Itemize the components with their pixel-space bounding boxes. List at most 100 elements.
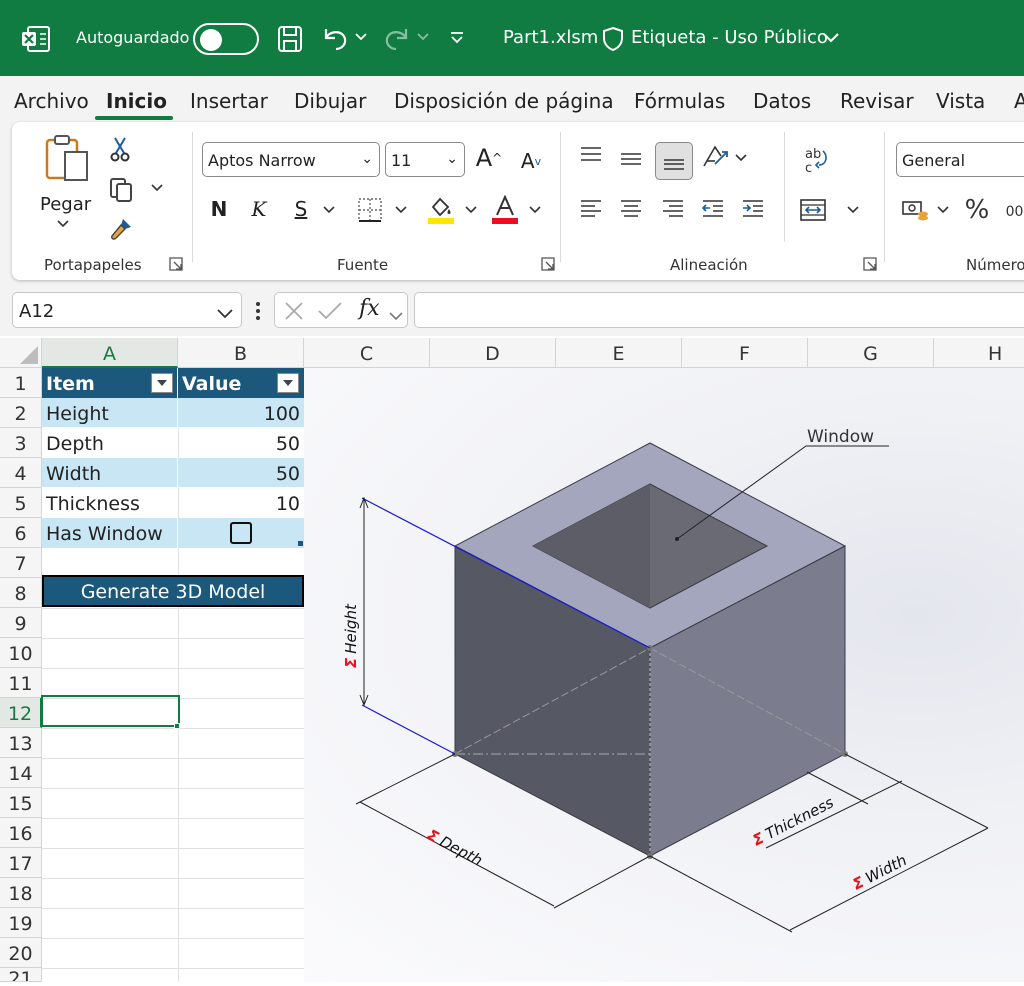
column-header-b[interactable]: B <box>178 338 304 368</box>
row-header-6[interactable]: 6 <box>0 518 42 548</box>
row-header-13[interactable]: 13 <box>0 728 42 758</box>
sensitivity-label[interactable]: Etiqueta - Uso Público <box>631 27 828 48</box>
table-cell-item[interactable]: Depth <box>42 428 178 458</box>
more-options-icon[interactable] <box>254 300 262 322</box>
font-color-dropdown-icon[interactable] <box>528 204 542 216</box>
number-format-combo[interactable]: General <box>896 142 1024 177</box>
tab-disposicion[interactable]: Disposición de página <box>394 89 614 113</box>
row-header-3[interactable]: 3 <box>0 428 42 458</box>
select-all-corner[interactable] <box>0 338 42 368</box>
filter-dropdown-icon[interactable] <box>151 373 173 393</box>
row-header-20[interactable]: 20 <box>0 938 42 968</box>
decrease-font-size-icon[interactable]: Av <box>516 146 546 176</box>
table-resize-handle[interactable] <box>298 541 303 546</box>
chevron-down-icon[interactable] <box>217 303 233 324</box>
document-title[interactable]: Part1.xlsm <box>503 27 598 48</box>
fill-color-icon[interactable] <box>426 194 456 226</box>
paste-dropdown-icon[interactable] <box>56 218 70 230</box>
worksheet-grid[interactable]: A B C D E F G H 1 2 3 4 5 6 7 8 9 10 11 … <box>0 338 1024 982</box>
font-size-combo[interactable]: 11 ⌄ <box>385 142 465 177</box>
column-header-h[interactable]: H <box>934 338 1024 368</box>
italic-button[interactable]: K <box>248 194 270 224</box>
font-name-combo[interactable]: Aptos Narrow ⌄ <box>202 142 380 177</box>
row-header-9[interactable]: 9 <box>0 608 42 638</box>
tab-more[interactable]: A <box>1014 89 1024 113</box>
orientation-dropdown-icon[interactable] <box>734 152 748 164</box>
column-header-g[interactable]: G <box>808 338 934 368</box>
filter-dropdown-icon[interactable] <box>277 373 299 393</box>
paste-icon[interactable] <box>42 134 92 184</box>
table-cell-value[interactable]: 50 <box>178 428 304 458</box>
row-header-8[interactable]: 8 <box>0 578 42 608</box>
paste-label[interactable]: Pegar <box>40 194 91 215</box>
comma-style-icon[interactable]: 000 <box>1004 200 1024 224</box>
column-header-c[interactable]: C <box>304 338 430 368</box>
tab-vista[interactable]: Vista <box>936 89 985 113</box>
align-left-icon[interactable] <box>578 196 604 222</box>
align-bottom-icon[interactable] <box>655 142 693 180</box>
dialog-launcher-icon[interactable] <box>862 256 878 272</box>
active-cell-border[interactable] <box>41 695 180 727</box>
insert-function-button[interactable]: fx <box>359 296 380 321</box>
column-header-a[interactable]: A <box>42 338 178 368</box>
3d-model-picture[interactable]: Window ΣHeight ΣDepth ΣThickness ΣWidth <box>304 368 1024 982</box>
copy-dropdown-icon[interactable] <box>150 182 164 194</box>
align-center-icon[interactable] <box>618 196 644 222</box>
decrease-indent-icon[interactable] <box>700 196 726 222</box>
tab-dibujar[interactable]: Dibujar <box>294 89 366 113</box>
percent-style-icon[interactable]: % <box>962 194 992 226</box>
align-middle-icon[interactable] <box>618 146 644 172</box>
has-window-checkbox[interactable] <box>230 522 252 544</box>
increase-indent-icon[interactable] <box>740 196 766 222</box>
row-header-10[interactable]: 10 <box>0 638 42 668</box>
underline-dropdown-icon[interactable] <box>322 204 336 216</box>
tab-revisar[interactable]: Revisar <box>840 89 914 113</box>
merge-dropdown-icon[interactable] <box>846 204 860 216</box>
borders-icon[interactable] <box>356 196 384 224</box>
redo-icon[interactable] <box>382 24 412 54</box>
fill-color-dropdown-icon[interactable] <box>464 204 478 216</box>
cut-icon[interactable] <box>108 136 132 162</box>
font-color-icon[interactable] <box>490 194 520 226</box>
row-header-18[interactable]: 18 <box>0 878 42 908</box>
accounting-format-icon[interactable] <box>900 196 930 224</box>
column-header-d[interactable]: D <box>430 338 556 368</box>
autosave-toggle[interactable] <box>193 23 259 55</box>
name-box[interactable]: A12 <box>12 292 242 328</box>
merge-center-icon[interactable] <box>798 196 828 224</box>
customize-toolbar-icon[interactable] <box>448 30 466 46</box>
table-cell-value[interactable]: 50 <box>178 458 304 488</box>
column-header-e[interactable]: E <box>556 338 682 368</box>
cancel-icon[interactable] <box>283 300 305 326</box>
row-header-2[interactable]: 2 <box>0 398 42 428</box>
table-cell-item[interactable]: Thickness <box>42 488 178 518</box>
tab-formulas[interactable]: Fórmulas <box>634 89 725 113</box>
align-right-icon[interactable] <box>660 196 686 222</box>
orientation-icon[interactable] <box>700 142 730 172</box>
accounting-dropdown-icon[interactable] <box>936 204 950 216</box>
chevron-down-icon[interactable] <box>389 306 403 325</box>
dialog-launcher-icon[interactable] <box>540 256 556 272</box>
row-header-7[interactable]: 7 <box>0 548 42 578</box>
tab-archivo[interactable]: Archivo <box>14 89 89 113</box>
tab-insertar[interactable]: Insertar <box>190 89 268 113</box>
row-header-16[interactable]: 16 <box>0 818 42 848</box>
row-header-19[interactable]: 19 <box>0 908 42 938</box>
row-header-5[interactable]: 5 <box>0 488 42 518</box>
enter-icon[interactable] <box>317 300 343 326</box>
row-header-12[interactable]: 12 <box>0 698 42 728</box>
table-cell-value[interactable]: 100 <box>178 398 304 428</box>
bold-button[interactable]: N <box>208 194 230 224</box>
table-cell-item[interactable]: Height <box>42 398 178 428</box>
row-header-15[interactable]: 15 <box>0 788 42 818</box>
column-header-f[interactable]: F <box>682 338 808 368</box>
copy-icon[interactable] <box>108 176 134 204</box>
dialog-launcher-icon[interactable] <box>168 256 184 272</box>
row-header-4[interactable]: 4 <box>0 458 42 488</box>
table-cell-value[interactable]: 10 <box>178 488 304 518</box>
redo-dropdown-icon[interactable] <box>416 30 430 44</box>
table-cell-item[interactable]: Width <box>42 458 178 488</box>
generate-3d-model-button[interactable]: Generate 3D Model <box>42 575 304 607</box>
underline-button[interactable]: S <box>290 194 312 224</box>
row-header-21[interactable]: 21 <box>0 968 42 982</box>
